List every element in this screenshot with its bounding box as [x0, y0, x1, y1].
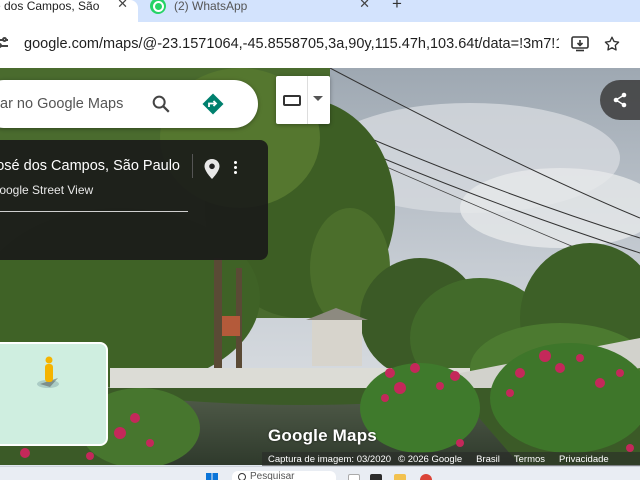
copyright: © 2026 Google: [398, 454, 463, 465]
place-title: José dos Campos, São Paulo: [0, 158, 180, 174]
keyboard-icon: [283, 95, 301, 106]
link-brasil[interactable]: Brasil: [476, 454, 500, 465]
link-privacidade[interactable]: Privacidade: [559, 454, 609, 465]
capture-date: Captura de imagem: 03/2020: [268, 454, 392, 465]
divider: [192, 154, 193, 178]
search-input[interactable]: ar no Google Maps: [0, 96, 123, 112]
taskbar-search[interactable]: Pesquisar: [232, 471, 336, 480]
input-tools-button[interactable]: [276, 76, 330, 124]
share-button[interactable]: [600, 80, 640, 120]
attribution-bar: Captura de imagem: 03/2020 © 2026 Google…: [262, 452, 640, 467]
pegman-icon: [37, 356, 59, 388]
place-subtitle: Google Street View: [0, 183, 94, 197]
tab-title: (2) WhatsApp: [174, 0, 248, 13]
place-info-card: José dos Campos, São Paulo Google Street…: [0, 140, 268, 260]
divider: [0, 211, 188, 212]
close-tab-icon[interactable]: ✕: [117, 0, 128, 12]
close-tab-icon[interactable]: ✕: [359, 0, 370, 12]
street-view-minimap[interactable]: [0, 342, 108, 446]
site-settings-icon[interactable]: [0, 36, 10, 50]
start-icon[interactable]: [206, 473, 218, 480]
tab-whatsapp[interactable]: (2) WhatsApp ✕: [140, 0, 380, 22]
location-pin-icon[interactable]: [203, 158, 221, 180]
browser-toolbar: google.com/maps/@-23.1571064,-45.8558705…: [0, 22, 640, 68]
search-icon[interactable]: [150, 93, 172, 115]
directions-icon[interactable]: [201, 92, 225, 116]
new-tab-button[interactable]: +: [392, 0, 402, 14]
bookmark-star-icon[interactable]: [602, 34, 622, 54]
address-bar[interactable]: google.com/maps/@-23.1571064,-45.8558705…: [24, 36, 559, 52]
taskbar: Pesquisar: [0, 466, 640, 480]
install-app-icon[interactable]: [570, 34, 590, 54]
maps-search-box[interactable]: ar no Google Maps: [0, 80, 258, 128]
chrome-icon[interactable]: [420, 474, 432, 480]
terminal-icon[interactable]: [370, 474, 382, 480]
tab-strip: é dos Campos, São Paulo ✕ (2) WhatsApp ✕…: [0, 0, 640, 22]
whatsapp-icon: [150, 0, 166, 14]
file-explorer-icon[interactable]: [394, 474, 406, 480]
link-termos[interactable]: Termos: [514, 454, 545, 465]
google-maps-logo: Google Maps: [268, 426, 377, 445]
divider: [307, 76, 308, 124]
task-view-icon[interactable]: [348, 474, 360, 480]
chevron-down-icon[interactable]: [313, 96, 323, 101]
share-icon: [613, 92, 627, 108]
tab-maps[interactable]: é dos Campos, São Paulo ✕: [0, 0, 138, 22]
more-options-icon[interactable]: [231, 159, 239, 179]
tab-title: é dos Campos, São Paulo: [0, 0, 102, 13]
